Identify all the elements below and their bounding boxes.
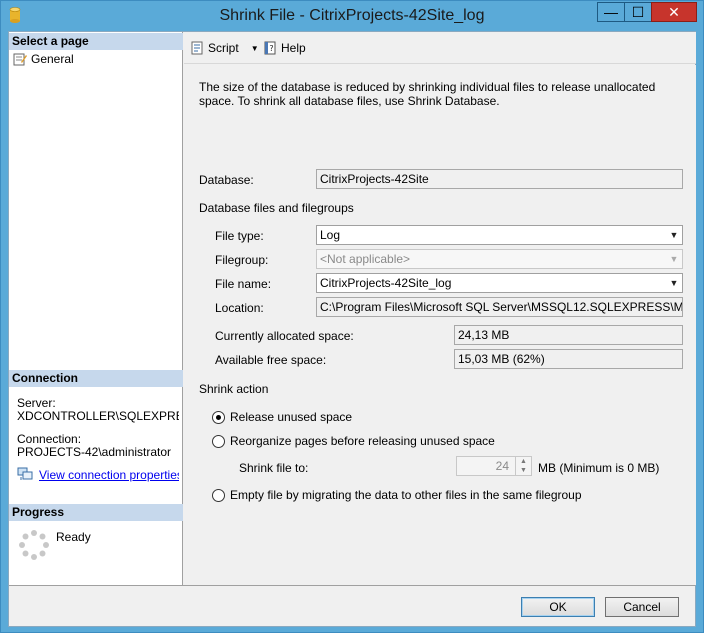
reorganize-radio[interactable]: Reorganize pages before releasing unused…: [212, 434, 495, 448]
files-group-label: Database files and filegroups: [199, 201, 354, 215]
stepper-buttons: ▲ ▼: [515, 457, 531, 475]
database-field: CitrixProjects-42Site: [316, 169, 683, 189]
radio-button[interactable]: [212, 410, 225, 424]
server-value: XDCONTROLLER\SQLEXPRESS: [17, 409, 179, 423]
shrink-to-stepper: 24 ▲ ▼: [456, 456, 532, 476]
maximize-button[interactable]: ☐: [624, 2, 651, 22]
script-button[interactable]: Script ▼: [190, 41, 259, 55]
progress-status: Ready: [56, 530, 91, 544]
chevron-down-icon[interactable]: ▼: [666, 274, 682, 292]
file-type-select[interactable]: Log ▼: [316, 225, 683, 245]
general-page-icon: [13, 53, 27, 65]
chevron-down-icon: ▼: [520, 467, 527, 474]
free-space-label: Available free space:: [215, 353, 327, 367]
file-name-value: CitrixProjects-42Site_log: [320, 276, 452, 290]
script-icon: [191, 41, 203, 55]
minimize-button[interactable]: —: [597, 2, 624, 22]
allocated-space-label: Currently allocated space:: [215, 329, 354, 343]
filegroup-label: Filegroup:: [215, 253, 269, 267]
shrink-file-window: Shrink File - CitrixProjects-42Site_log …: [0, 0, 704, 633]
shrink-action-label: Shrink action: [199, 382, 269, 396]
chevron-down-icon: ▼: [669, 254, 679, 264]
ok-button[interactable]: OK: [521, 597, 595, 617]
filegroup-select: <Not applicable> ▼: [316, 249, 683, 269]
empty-file-radio[interactable]: Empty file by migrating the data to othe…: [212, 488, 582, 502]
progress-header: Progress: [9, 504, 183, 521]
file-type-label: File type:: [215, 229, 264, 243]
page-item-general[interactable]: General: [13, 51, 74, 67]
release-unused-label: Release unused space: [230, 410, 353, 424]
cancel-button[interactable]: Cancel: [605, 597, 679, 617]
help-button[interactable]: ? Help: [263, 41, 306, 55]
help-label: Help: [281, 41, 306, 55]
chevron-up-icon: ▲: [520, 458, 527, 465]
maximize-icon: ☐: [631, 4, 645, 20]
description-text: The size of the database is reduced by s…: [199, 80, 656, 108]
close-icon: ✕: [668, 4, 680, 20]
script-label: Script: [208, 41, 239, 55]
connection-value: PROJECTS-42\administrator: [17, 445, 172, 459]
free-space-field: 15,03 MB (62%): [454, 349, 683, 369]
title-bar[interactable]: Shrink File - CitrixProjects-42Site_log …: [1, 1, 703, 31]
chevron-down-icon: ▼: [250, 43, 259, 53]
connection-header: Connection: [9, 370, 183, 387]
help-icon: ?: [264, 41, 276, 55]
button-bar: OK Cancel: [9, 585, 695, 626]
shrink-to-label: Shrink file to:: [239, 461, 309, 475]
allocated-space-field: 24,13 MB: [454, 325, 683, 345]
shrink-to-unit: MB (Minimum is 0 MB): [538, 461, 660, 475]
filegroup-value: <Not applicable>: [320, 252, 411, 266]
select-page-header: Select a page: [9, 33, 183, 50]
file-name-label: File name:: [215, 277, 272, 291]
connection-properties-icon: [17, 467, 33, 480]
minimize-icon: —: [604, 4, 618, 20]
toolbar: Script ▼ ? Help: [184, 32, 696, 64]
radio-selected-dot: [216, 414, 221, 420]
reorganize-label: Reorganize pages before releasing unused…: [230, 434, 495, 448]
view-connection-properties-link[interactable]: View connection properties: [39, 468, 179, 482]
file-type-value: Log: [320, 228, 341, 242]
page-item-label: General: [31, 52, 74, 66]
connection-label: Connection:: [17, 432, 82, 446]
database-label: Database:: [199, 173, 254, 187]
progress-spinner-icon: [19, 530, 49, 560]
empty-file-label: Empty file by migrating the data to othe…: [230, 488, 582, 502]
chevron-down-icon[interactable]: ▼: [666, 226, 682, 244]
radio-button[interactable]: [212, 488, 225, 502]
radio-button[interactable]: [212, 434, 225, 448]
release-unused-radio[interactable]: Release unused space: [212, 410, 352, 424]
shrink-to-value: 24: [495, 459, 509, 473]
left-pane: Select a page General Connection Server:…: [9, 32, 183, 585]
main-panel: The size of the database is reduced by s…: [184, 65, 696, 585]
svg-text:?: ?: [269, 44, 273, 53]
server-label: Server:: [17, 396, 56, 410]
file-name-select[interactable]: CitrixProjects-42Site_log ▼: [316, 273, 683, 293]
dialog-client: Select a page General Connection Server:…: [8, 31, 696, 627]
location-field[interactable]: C:\Program Files\Microsoft SQL Server\MS…: [316, 297, 683, 317]
close-button[interactable]: ✕: [651, 2, 697, 22]
location-label: Location:: [215, 301, 264, 315]
